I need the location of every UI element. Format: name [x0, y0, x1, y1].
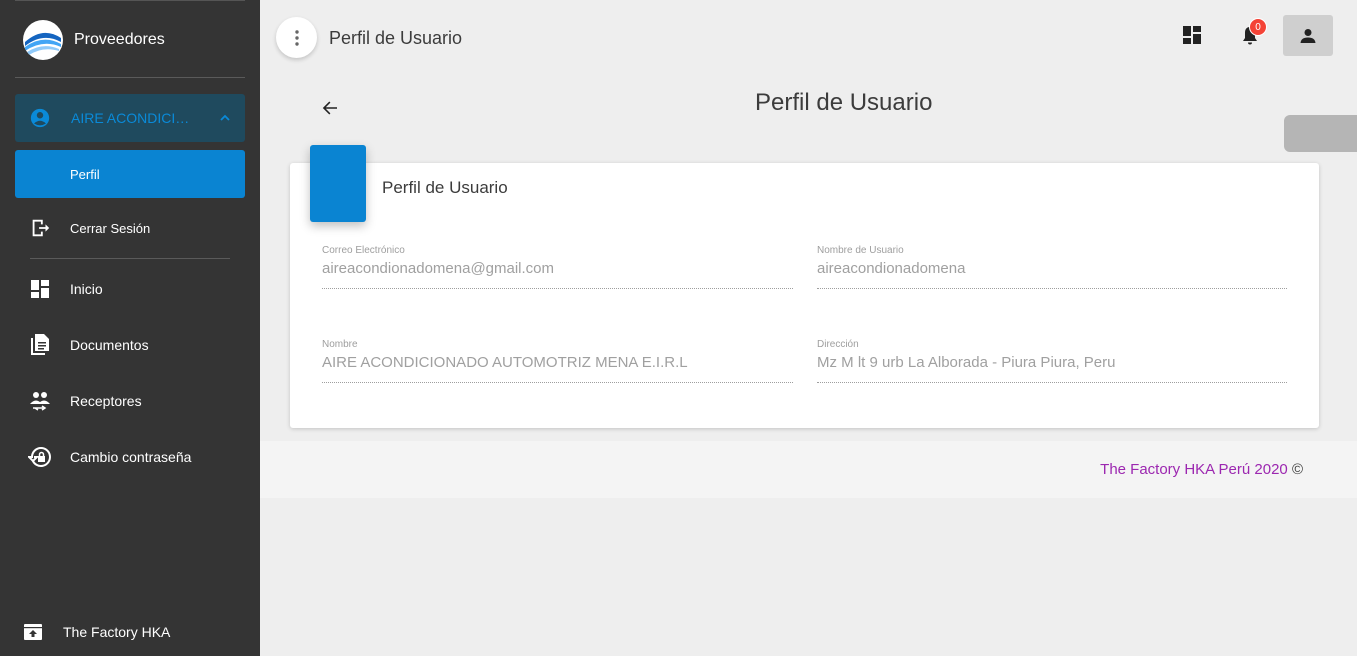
sidebar-item-label: Documentos	[70, 337, 149, 353]
profile-card	[290, 163, 1319, 428]
sidebar-item-documentos[interactable]: Documentos	[15, 325, 245, 365]
sidebar-footer-brand[interactable]: The Factory HKA	[15, 612, 245, 652]
arrow-back-icon	[322, 101, 337, 115]
sidebar-item-inicio[interactable]: Inicio	[15, 269, 245, 309]
logout-icon	[28, 216, 52, 240]
lock-reset-icon	[28, 445, 52, 469]
sidebar-item-label: Receptores	[70, 393, 142, 409]
brand-logo-icon	[23, 20, 63, 60]
email-field[interactable]: Correo Electrónico aireacondionadomena@g…	[322, 245, 793, 289]
back-button[interactable]	[318, 96, 342, 120]
document-icon	[28, 333, 52, 357]
sidebar-item-label: Cerrar Sesión	[70, 220, 151, 236]
name-field-value: AIRE ACONDICIONADO AUTOMOTRIZ MENA E.I.R…	[322, 354, 688, 371]
dashboard-button[interactable]	[1180, 23, 1204, 47]
address-field-label: Dirección	[817, 339, 859, 350]
chevron-up-icon	[219, 111, 231, 123]
sidebar-item-label: Perfil	[70, 166, 100, 182]
people-icon	[28, 389, 52, 413]
more-vert-icon	[294, 29, 299, 46]
sidebar-item-cambio-contrasena[interactable]: Cambio contraseña	[15, 437, 245, 477]
footer-link[interactable]: The Factory HKA Perú 2020	[1100, 461, 1288, 478]
email-field-value: aireacondionadomena@gmail.com	[322, 260, 555, 277]
dashboard-icon	[1183, 26, 1201, 44]
user-account-button[interactable]	[1283, 15, 1333, 56]
more-options-button[interactable]	[276, 17, 317, 58]
page-footer: The Factory HKA Perú 2020 ©	[260, 441, 1357, 498]
sidebar-divider	[30, 258, 230, 259]
footer-text: The Factory HKA Perú 2020 ©	[1100, 461, 1303, 478]
name-field-label: Nombre	[322, 339, 358, 350]
email-field-label: Correo Electrónico	[322, 245, 405, 256]
sidebar-footer-label: The Factory HKA	[63, 624, 171, 640]
card-title: Perfil de Usuario	[382, 178, 508, 197]
address-field-value: Mz M lt 9 urb La Alborada - Piura Piura,…	[817, 354, 1116, 371]
sidebar-user-menu[interactable]: AIRE ACONDICIONADO AUTOMOTRIZ MENA E.I.R…	[15, 94, 245, 142]
page-title: Perfil de Usuario	[755, 89, 933, 116]
card-header-icon-box	[310, 145, 366, 222]
name-field[interactable]: Nombre AIRE ACONDICIONADO AUTOMOTRIZ MEN…	[322, 339, 793, 383]
dashboard-icon	[28, 277, 52, 301]
sidebar-item-cerrar-sesion[interactable]: Cerrar Sesión	[15, 208, 245, 248]
archive-icon	[23, 622, 43, 642]
username-field-label: Nombre de Usuario	[817, 245, 904, 256]
sidebar-brand[interactable]: Proveedores	[15, 18, 245, 62]
sidebar-item-label: Cambio contraseña	[70, 449, 192, 465]
sidebar-item-perfil[interactable]: Perfil	[15, 150, 245, 198]
account-circle-icon	[29, 107, 51, 129]
username-field-value: aireacondionadomena	[817, 260, 966, 277]
sidebar: Proveedores AIRE ACONDICIONADO AUTOMOTRI…	[0, 0, 260, 656]
person-icon	[1300, 28, 1316, 43]
sidebar-item-label: Inicio	[70, 281, 103, 297]
brand-name: Proveedores	[74, 31, 165, 48]
topbar-title: Perfil de Usuario	[329, 28, 463, 48]
sidebar-divider	[15, 77, 245, 78]
sidebar-user-label: AIRE ACONDICIONADO AUTOMOTRIZ MENA E.I.R…	[71, 110, 191, 126]
address-field[interactable]: Dirección Mz M lt 9 urb La Alborada - Pi…	[817, 339, 1287, 383]
copyright-symbol: ©	[1291, 461, 1303, 478]
sidebar-item-receptores[interactable]: Receptores	[15, 381, 245, 421]
sidebar-top-divider	[15, 0, 245, 1]
side-panel-tab[interactable]	[1284, 115, 1357, 152]
username-field[interactable]: Nombre de Usuario aireacondionadomena	[817, 245, 1287, 289]
notification-count-badge: 0	[1249, 18, 1267, 36]
